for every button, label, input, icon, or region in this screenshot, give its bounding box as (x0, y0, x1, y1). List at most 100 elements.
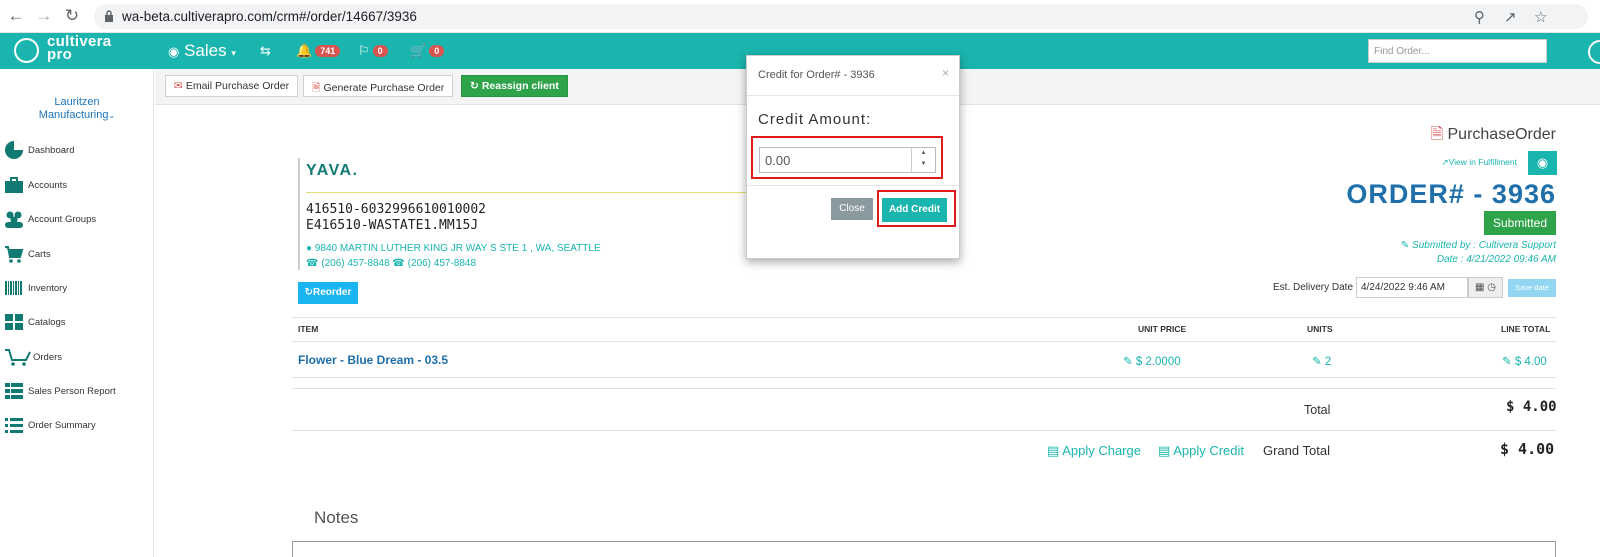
line-item-total[interactable]: ✎ $ 4.00 (1502, 354, 1547, 368)
phone-icon: ☎ (392, 258, 405, 269)
sidebar-item-carts[interactable]: Carts (4, 244, 152, 266)
cannabis-leaf-icon (14, 38, 39, 63)
apply-credit-link[interactable]: ▤ Apply Credit (1158, 443, 1244, 459)
clock-icon: ◷ (1487, 282, 1496, 293)
cultivera-logo[interactable]: cultivera pro (14, 34, 154, 66)
sidebar-item-order-summary[interactable]: Order Summary (4, 415, 152, 437)
column-header-item: ITEM (298, 324, 319, 334)
client-name-line1: Lauritzen (54, 96, 100, 108)
modal-title: Credit for Order# - 3936 (758, 69, 875, 81)
submitted-date: Date : 4/21/2022 09:46 AM (1436, 254, 1556, 265)
total-value: $ 4.00 (1506, 399, 1557, 415)
line-item-unit-price[interactable]: ✎ $ 2.0000 (1123, 354, 1181, 368)
phone-icon: ☎ (306, 258, 319, 269)
avatar[interactable] (1588, 40, 1600, 64)
purchase-order-title: 🗎 PurchaseOrder (1430, 126, 1556, 143)
vendor-license-2: E416510-WASTATE1.MM15J (306, 218, 479, 233)
share-icon[interactable]: ↗ (1504, 8, 1517, 26)
status-badge[interactable]: Submitted (1484, 211, 1556, 235)
line-item-units[interactable]: ✎ 2 (1312, 354, 1331, 368)
pencil-icon: ✎ (1312, 356, 1322, 368)
table-icon (5, 383, 23, 399)
apply-charge-link[interactable]: ▤ Apply Charge (1047, 443, 1141, 459)
calendar-icon: ▦ (1475, 282, 1485, 293)
credit-modal: Credit for Order# - 3936 × Credit Amount… (746, 55, 960, 259)
spinner-down-icon[interactable]: ▼ (912, 159, 935, 170)
cart-badge: 0 (429, 45, 445, 57)
credit-amount-label: Credit Amount: (758, 111, 872, 128)
column-header-units: UNITS (1307, 324, 1333, 334)
users-icon (5, 211, 23, 228)
notes-textarea[interactable] (292, 541, 1556, 557)
sidebar-item-orders[interactable]: Orders (4, 347, 152, 369)
sidebar-item-account-groups[interactable]: Account Groups (4, 209, 152, 231)
envelope-icon: ✉ (174, 80, 183, 92)
view-button[interactable]: ◉ (1528, 151, 1557, 175)
number-spinner[interactable]: ▲ ▼ (911, 148, 935, 172)
reload-icon[interactable]: ↻ (62, 6, 82, 26)
zoom-icon[interactable]: ⚲ (1474, 8, 1485, 26)
pencil-icon: ✎ (1400, 240, 1410, 251)
flags-badge: 0 (372, 45, 388, 57)
exchange-icon[interactable]: ⇆ (260, 43, 271, 59)
refresh-icon: ↻ (304, 287, 314, 298)
total-label: Total (1304, 403, 1331, 417)
generate-purchase-order-button[interactable]: 🗎 Generate Purchase Order (303, 75, 454, 97)
pdf-file-icon: 🗎 (1430, 126, 1444, 143)
shopping-cart-icon (5, 349, 31, 366)
money-icon: ▤ (1158, 443, 1171, 458)
vendor-divider (298, 158, 300, 270)
grand-total-label: Grand Total (1263, 443, 1330, 458)
notifications-button[interactable]: 🔔 741 (296, 43, 341, 59)
pencil-icon: ✎ (1502, 356, 1512, 368)
sidebar-item-dashboard[interactable]: Dashboard (4, 140, 152, 162)
vendor-name: YAVA. (306, 162, 359, 179)
find-order-input[interactable] (1368, 39, 1547, 63)
add-credit-button[interactable]: Add Credit (882, 198, 947, 222)
vendor-license-1: 416510-6032996610010002 (306, 202, 487, 217)
back-arrow-icon[interactable]: ← (6, 6, 26, 26)
email-purchase-order-button[interactable]: ✉ Email Purchase Order (165, 75, 299, 97)
forward-arrow-icon[interactable]: → (34, 6, 54, 26)
close-button[interactable]: Close (831, 198, 873, 220)
totals-divider (292, 430, 1556, 431)
vendor-underline (306, 192, 776, 193)
grid-icon (5, 314, 23, 330)
totals-top-border (292, 388, 1556, 389)
close-icon[interactable]: × (942, 66, 949, 80)
sidebar-item-inventory[interactable]: Inventory (4, 278, 152, 300)
star-icon[interactable]: ☆ (1534, 8, 1547, 26)
credit-amount-input[interactable] (759, 147, 936, 173)
order-number: ORDER# - 3936 (1346, 179, 1556, 209)
client-selector[interactable]: Lauritzen Manufacturing⌄ (0, 96, 154, 122)
date-time-picker-button[interactable]: ▦ ◷ (1468, 277, 1503, 298)
vendor-phones: ☎ (206) 457-8848 ☎ (206) 457-8848 (306, 258, 477, 269)
sales-menu[interactable]: ◉ Sales ▾ (168, 41, 236, 61)
cart-button[interactable]: 🛒 0 (410, 43, 445, 59)
reorder-button[interactable]: ↻Reorder (298, 282, 358, 304)
url-text: wa-beta.cultiverapro.com/crm#/order/1466… (122, 9, 417, 24)
sales-icon: ◉ (168, 44, 180, 59)
reassign-client-button[interactable]: ↻ Reassign client (461, 75, 568, 97)
sidebar-item-sales-person-report[interactable]: Sales Person Report (4, 381, 152, 403)
line-item-name[interactable]: Flower - Blue Dream - 03.5 (298, 353, 448, 367)
browser-toolbar: ← → ↻ wa-beta.cultiverapro.com/crm#/orde… (0, 0, 1600, 33)
address-bar[interactable]: wa-beta.cultiverapro.com/crm#/order/1466… (94, 4, 1588, 29)
bell-icon: 🔔 (296, 43, 313, 58)
table-top-border (292, 317, 1556, 318)
caret-down-icon: ▾ (231, 48, 236, 58)
save-date-button[interactable]: Save date (1508, 279, 1556, 297)
flag-icon: ⚐ (358, 43, 370, 58)
flags-button[interactable]: ⚐ 0 (358, 43, 388, 59)
cart-icon (5, 246, 24, 263)
sidebar-item-accounts[interactable]: Accounts (4, 175, 152, 197)
list-icon (5, 418, 23, 433)
cart-icon: 🛒 (410, 43, 427, 58)
sidebar-item-catalogs[interactable]: Catalogs (4, 312, 152, 334)
est-delivery-input[interactable]: 4/24/2022 9:46 AM (1356, 277, 1468, 298)
money-icon: ▤ (1047, 443, 1060, 458)
pdf-file-icon: 🗎 (312, 82, 321, 94)
row-border (292, 377, 1556, 378)
view-in-fulfillment-link[interactable]: ↗View in Fulfillment (1442, 157, 1517, 168)
spinner-up-icon[interactable]: ▲ (912, 148, 935, 159)
